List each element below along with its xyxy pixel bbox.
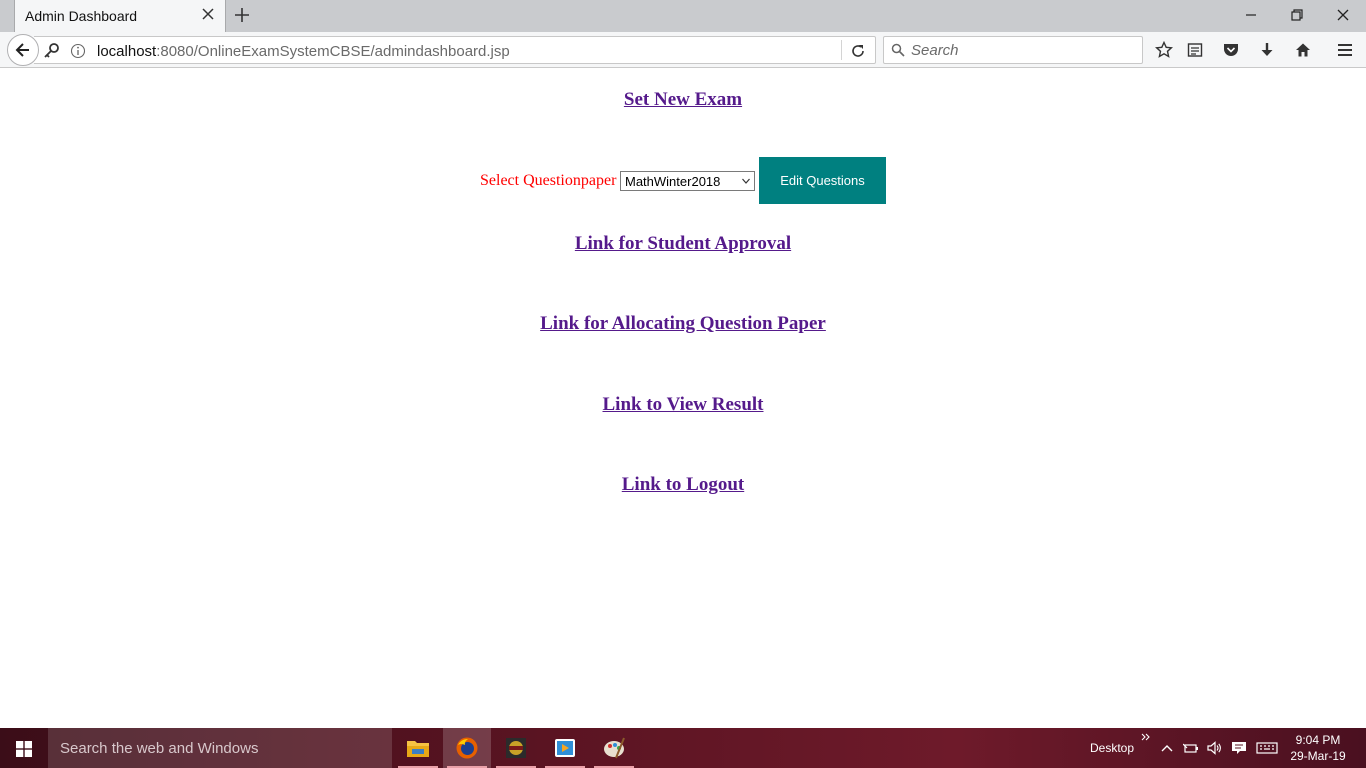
media-player-icon	[555, 739, 575, 757]
back-arrow-icon	[15, 43, 29, 57]
notification-icon[interactable]	[1231, 740, 1247, 756]
restore-icon[interactable]	[1288, 6, 1306, 24]
reader-list-icon[interactable]	[1186, 41, 1204, 59]
taskbar-media-player[interactable]	[541, 728, 589, 768]
system-clock[interactable]: 9:04 PM 29-Mar-19	[1286, 732, 1350, 764]
set-new-exam-link[interactable]: Set New Exam	[624, 89, 742, 110]
volume-icon[interactable]	[1206, 740, 1222, 756]
close-window-icon[interactable]	[1334, 6, 1352, 24]
info-icon[interactable]	[70, 43, 86, 59]
student-approval-link[interactable]: Link for Student Approval	[575, 233, 791, 254]
clock-time: 9:04 PM	[1295, 733, 1341, 747]
search-placeholder: Search	[911, 42, 959, 59]
app-badge-icon	[506, 738, 526, 758]
taskbar-app-badge[interactable]	[492, 728, 540, 768]
selected-questionpaper: MathWinter2018	[625, 174, 721, 189]
view-result-link-row: Link to View Result	[0, 394, 1366, 416]
url-separator	[841, 40, 842, 60]
start-button[interactable]	[0, 728, 48, 768]
view-result-link[interactable]: Link to View Result	[603, 394, 764, 415]
chevron-down-icon	[742, 178, 750, 184]
back-button[interactable]	[7, 34, 39, 66]
tab-title: Admin Dashboard	[25, 8, 138, 24]
menu-icon[interactable]	[1336, 41, 1354, 59]
taskbar-search-placeholder: Search the web and Windows	[60, 740, 259, 757]
key-icon[interactable]	[42, 42, 60, 60]
taskbar-paint[interactable]	[590, 728, 638, 768]
questionpaper-select[interactable]: MathWinter2018	[620, 171, 755, 191]
power-icon[interactable]	[1183, 740, 1199, 756]
home-icon[interactable]	[1294, 41, 1312, 59]
student-approval-link-row: Link for Student Approval	[0, 233, 1366, 255]
tab-strip: Admin Dashboard	[0, 0, 1366, 32]
taskbar-file-explorer[interactable]	[394, 728, 442, 768]
chevron-up-icon[interactable]	[1159, 740, 1175, 756]
firefox-icon	[456, 737, 478, 759]
taskbar-firefox[interactable]	[443, 728, 491, 768]
close-tab-icon[interactable]	[201, 7, 215, 21]
set-new-exam-link-row: Set New Exam	[0, 89, 1366, 111]
search-icon	[891, 43, 905, 57]
taskbar: Search the web and Windows Desktop 9:04 …	[0, 728, 1366, 768]
select-questionpaper-label: Select Questionpaper	[480, 172, 617, 189]
chevron-double-right-icon[interactable]	[1141, 732, 1151, 742]
taskbar-search[interactable]: Search the web and Windows	[48, 728, 392, 768]
download-icon[interactable]	[1258, 41, 1276, 59]
address-bar[interactable]: localhost:8080/OnlineExamSystemCBSE/admi…	[34, 36, 876, 64]
search-box[interactable]: Search	[883, 36, 1143, 64]
new-tab-icon[interactable]	[234, 7, 250, 23]
reload-icon[interactable]	[850, 43, 866, 59]
edit-questions-button[interactable]: Edit Questions	[759, 157, 886, 204]
clock-date: 29-Mar-19	[1290, 749, 1346, 763]
minimize-icon[interactable]	[1242, 6, 1260, 24]
desktop-toolbar-label[interactable]: Desktop	[1090, 741, 1134, 755]
nav-toolbar: localhost:8080/OnlineExamSystemCBSE/admi…	[0, 32, 1366, 68]
windows-logo-icon	[16, 741, 32, 757]
keyboard-icon[interactable]	[1256, 740, 1278, 756]
logout-link[interactable]: Link to Logout	[622, 474, 744, 495]
url-text[interactable]: localhost:8080/OnlineExamSystemCBSE/admi…	[97, 43, 510, 60]
logout-link-row: Link to Logout	[0, 474, 1366, 496]
bookmark-star-icon[interactable]	[1155, 41, 1173, 59]
browser-tab[interactable]: Admin Dashboard	[14, 0, 226, 32]
allocate-question-paper-link[interactable]: Link for Allocating Question Paper	[540, 313, 826, 334]
paint-palette-icon	[604, 737, 625, 759]
folder-icon	[407, 741, 429, 757]
allocate-paper-link-row: Link for Allocating Question Paper	[0, 313, 1366, 335]
pocket-icon[interactable]	[1222, 41, 1240, 59]
page-content: Set New Exam Select Questionpaper MathWi…	[0, 69, 1366, 728]
